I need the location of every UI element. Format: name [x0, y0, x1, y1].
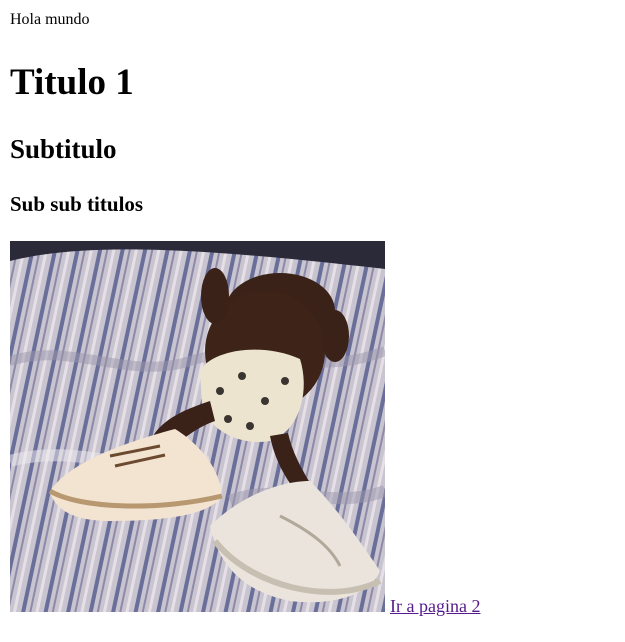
page-2-link[interactable]: Ir a pagina 2	[390, 596, 480, 617]
page-subsubtitle: Sub sub titulos	[10, 192, 144, 216]
page-subtitle: Subtitulo	[10, 134, 117, 164]
page: Hola mundo Titulo 1 Subtitulo Sub sub ti…	[0, 0, 625, 642]
baby-photo	[10, 241, 385, 612]
greeting-text: Hola mundo	[10, 11, 90, 28]
page-title: Titulo 1	[10, 62, 134, 103]
